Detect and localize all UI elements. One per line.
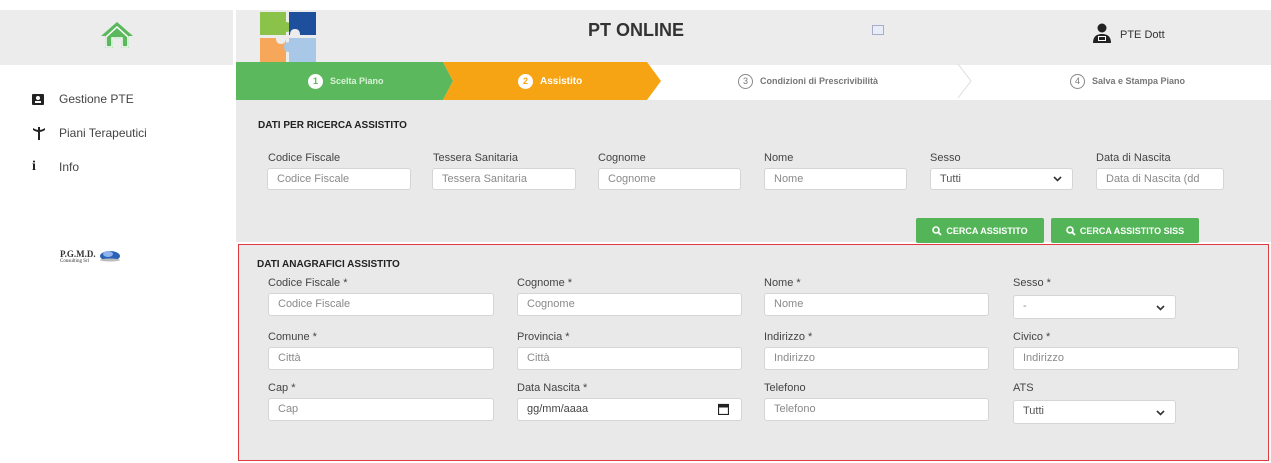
sidebar: Gestione PTE Piani Terapeutici i Info P.… [0,0,233,463]
step-label: Salva e Stampa Piano [1092,76,1186,86]
codice-fiscale-label: Codice Fiscale [268,152,341,164]
codice-fiscale-input[interactable]: Codice Fiscale [268,293,494,316]
sidebar-item-label: Gestione PTE [59,92,134,106]
search-data-nascita-input[interactable]: Data di Nascita (dd [1096,168,1224,190]
tessera-sanitaria-label: Tessera Sanitaria [433,152,518,164]
comune-input[interactable]: Città [268,347,494,370]
step-number: 1 [308,73,323,89]
broken-image-icon [872,25,884,35]
data-nascita-label: Data Nascita * [517,382,588,394]
select-value: Tutti [940,173,961,185]
button-label: CERCA ASSISTITO [946,225,1028,236]
calendar-icon[interactable] [717,403,730,418]
anagrafica-panel: DATI ANAGRAFICI ASSISTITO Codice Fiscale… [238,244,1269,461]
step-label: Scelta Piano [330,76,384,86]
nome-label: Nome [764,152,794,164]
step-condizioni-prescrivibilita[interactable]: 3 Condizioni di Prescrivibilità [738,62,878,100]
nome-label: Nome * [764,277,801,289]
step-salva-stampa[interactable]: 4 Salva e Stampa Piano [1070,62,1185,100]
company-logo: P.G.M.D. Consulting Srl [60,248,121,267]
logo-subtext: Consulting Srl [60,258,90,264]
step-number: 4 [1070,73,1085,89]
search-sesso-select[interactable]: Tutti [930,168,1073,190]
step-label: Assistito [540,75,583,87]
nome-input[interactable]: Nome [764,293,989,316]
id-card-icon [32,93,52,105]
page-title: PT ONLINE [587,20,684,40]
cerca-assistito-siss-button[interactable]: CERCA ASSISTITO SISS [1051,218,1199,243]
cap-label: Cap * [268,382,296,394]
telefono-input[interactable]: Telefono [764,398,989,421]
header-bar: PT ONLINE PTE Dott [236,10,1271,65]
doctor-icon [1092,23,1112,46]
cap-input[interactable]: Cap [268,398,494,421]
step-scelta-piano[interactable]: 1 Scelta Piano [308,62,384,100]
sesso-select[interactable]: - [1013,295,1176,319]
user-menu[interactable]: PTE Dott [1092,23,1165,46]
cognome-label: Cognome * [517,277,573,289]
button-label: CERCA ASSISTITO SISS [1079,225,1185,236]
search-section-title: DATI PER RICERCA ASSISTITO [258,120,407,131]
sesso-label: Sesso [930,152,961,164]
search-panel: DATI PER RICERCA ASSISTITO Codice Fiscal… [236,100,1271,243]
sidebar-item-label: Info [59,160,80,174]
search-tessera-sanitaria-input[interactable]: Tessera Sanitaria [432,168,576,190]
sidebar-item-gestione-pte[interactable]: Gestione PTE [32,92,134,106]
date-placeholder: gg/mm/aaaa [527,403,589,415]
codice-fiscale-label: Codice Fiscale * [268,277,348,289]
step-number: 2 [518,73,533,89]
search-nome-input[interactable]: Nome [764,168,907,190]
data-nascita-input[interactable]: gg/mm/aaaa [517,398,742,421]
info-icon: i [32,159,36,174]
caduceus-icon [32,126,52,140]
home-icon [99,20,135,55]
sidebar-item-info[interactable]: i Info [32,159,79,175]
indirizzo-input[interactable]: Indirizzo [764,347,989,370]
civico-input[interactable]: Indirizzo [1013,347,1239,370]
select-value: Tutti [1023,405,1044,417]
chevron-down-icon [1156,303,1165,315]
search-cognome-input[interactable]: Cognome [598,168,741,190]
search-icon [932,225,943,236]
chevron-down-icon [1053,174,1062,186]
user-name: PTE Dott [1120,28,1165,41]
chevron-down-icon [1156,408,1165,420]
step-label: Condizioni di Prescrivibilità [760,76,879,86]
globe-icon [99,248,121,267]
civico-label: Civico * [1013,331,1051,343]
data-nascita-label: Data di Nascita [1096,152,1171,164]
step-number: 3 [738,73,753,89]
sesso-label: Sesso * [1013,277,1051,289]
search-icon [1066,225,1076,236]
sidebar-item-label: Piani Terapeutici [59,126,147,140]
sidebar-item-piani-terapeutici[interactable]: Piani Terapeutici [32,126,147,140]
search-codice-fiscale-input[interactable]: Codice Fiscale [267,168,411,190]
step-assistito[interactable]: 2 Assistito [518,62,582,100]
ats-label: ATS [1013,382,1034,394]
cerca-assistito-button[interactable]: CERCA ASSISTITO [916,218,1044,243]
telefono-label: Telefono [764,382,806,394]
ats-select[interactable]: Tutti [1013,400,1176,424]
wizard-stepper: 1 Scelta Piano 2 Assistito 3 Condizioni … [236,62,1271,100]
provincia-label: Provincia * [517,331,570,343]
provincia-input[interactable]: Città [517,347,742,370]
comune-label: Comune * [268,331,317,343]
cognome-input[interactable]: Cognome [517,293,742,316]
cognome-label: Cognome [598,152,646,164]
home-button[interactable] [0,10,233,65]
anagrafica-section-title: DATI ANAGRAFICI ASSISTITO [257,259,400,270]
puzzle-logo-icon [258,10,318,67]
indirizzo-label: Indirizzo * [764,331,813,343]
select-value: - [1023,300,1027,312]
